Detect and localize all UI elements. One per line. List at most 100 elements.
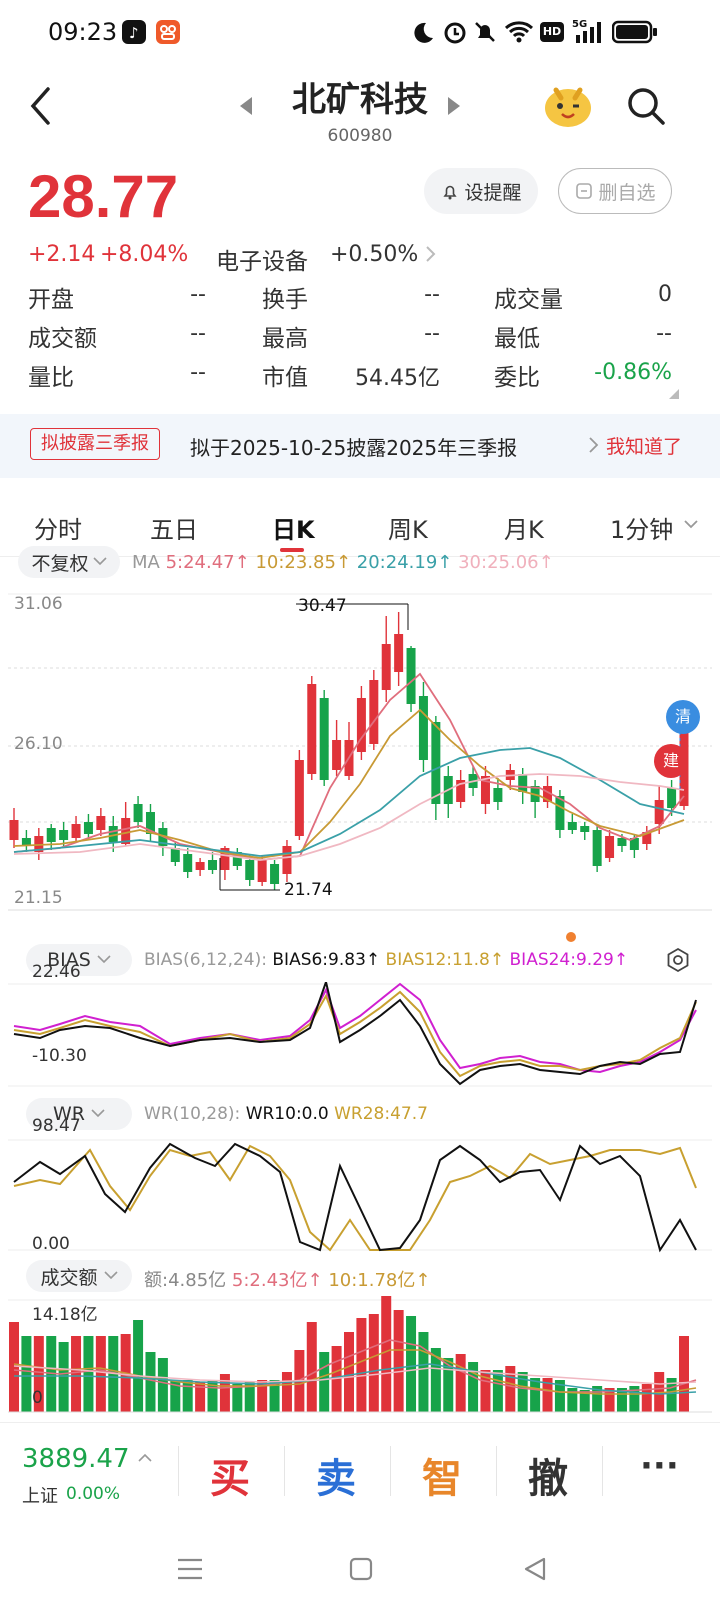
minus-box-icon [576, 183, 593, 199]
search-icon[interactable] [626, 86, 666, 126]
candle-body [282, 846, 292, 874]
wr-chart[interactable] [0, 1136, 720, 1256]
chevron-down-icon[interactable] [684, 520, 698, 530]
high-price-label: 30.47 [298, 596, 347, 616]
tab-one-minute[interactable]: 1分钟 [610, 510, 673, 545]
wr-params: WR(10,28): [144, 1104, 241, 1124]
separator [602, 1446, 603, 1496]
quote-value-market-cap: 54.45亿 [355, 366, 440, 391]
amount-y-top: 14.18亿 [32, 1305, 98, 1325]
next-stock-icon[interactable] [446, 96, 462, 116]
k-y-top: 31.06 [14, 594, 63, 614]
tab-weekly-k[interactable]: 周K [388, 510, 428, 545]
amount-bar [219, 1374, 230, 1412]
candlestick-chart[interactable] [0, 590, 720, 915]
amount-bar [145, 1352, 156, 1412]
quote-value-turnover: -- [424, 282, 440, 307]
amount-bar [406, 1316, 417, 1412]
index-value[interactable]: 3889.47 [22, 1444, 130, 1474]
acknowledge-button[interactable]: 我知道了 [606, 432, 682, 459]
tab-five-day[interactable]: 五日 [150, 510, 198, 545]
amount-bar [641, 1384, 652, 1412]
candle-body [195, 862, 205, 870]
svg-text:5G: 5G [572, 19, 587, 30]
smart-button[interactable]: 智 [422, 1446, 462, 1504]
amount-bar [21, 1336, 32, 1412]
stock-code: 600980 [327, 126, 393, 146]
cancel-order-button[interactable]: 撤 [528, 1446, 568, 1504]
mascot-icon[interactable] [542, 80, 594, 130]
event-dot[interactable] [566, 932, 576, 942]
remove-watchlist-button[interactable]: 删自选 [558, 168, 672, 214]
quote-value-low: -- [656, 321, 672, 346]
sector-pct[interactable]: +0.50% [330, 242, 418, 267]
adjust-dropdown[interactable]: 不复权 [18, 546, 120, 578]
tab-daily-k[interactable]: 日K [272, 510, 315, 545]
amount-bar [319, 1352, 330, 1412]
more-button[interactable]: ··· [640, 1446, 679, 1486]
bias12-value: BIAS12:11.8 [385, 950, 490, 970]
sector-name[interactable]: 电子设备 [216, 242, 308, 276]
status-bar: 09:23 ♪ HD 5G [0, 0, 720, 64]
bias-y-bot: -10.30 [32, 1046, 87, 1066]
build-position-marker[interactable]: 建 [654, 744, 688, 778]
amount-dropdown[interactable]: 成交额 [26, 1260, 132, 1292]
menu-nav-icon[interactable] [176, 1556, 204, 1582]
amount-bar [182, 1380, 193, 1412]
amount-bar [83, 1336, 94, 1412]
bias6-line [13, 982, 697, 1086]
candle-body [307, 684, 317, 774]
separator [496, 1446, 497, 1496]
amount-bar [418, 1332, 429, 1412]
amount-bar [281, 1372, 292, 1412]
home-nav-icon[interactable] [348, 1556, 374, 1582]
amount-chart[interactable] [0, 1296, 720, 1416]
quote-label-volume-ratio: 量比 [28, 365, 74, 391]
bias-chart[interactable] [0, 982, 720, 1092]
clear-position-marker[interactable]: 清 [666, 700, 700, 734]
quote-label-high: 最高 [262, 326, 308, 352]
ma30-line [13, 773, 685, 861]
chevron-down-icon [92, 557, 107, 566]
amount-bar [306, 1322, 317, 1412]
tab-monthly-k[interactable]: 月K [504, 510, 544, 545]
cellular-signal-icon: 5G [572, 19, 601, 43]
amount-bar [368, 1314, 379, 1412]
sell-button[interactable]: 卖 [316, 1446, 356, 1504]
current-price: 28.77 [28, 163, 179, 230]
buy-button[interactable]: 买 [210, 1446, 250, 1504]
back-nav-icon[interactable] [522, 1556, 548, 1582]
amount-bar [381, 1296, 392, 1412]
amount-bar [133, 1320, 144, 1412]
candle-body [667, 788, 677, 808]
disclosure-tag: 拟披露三季报 [30, 428, 160, 460]
chevron-down-icon [103, 1271, 118, 1280]
quote-value-volume-ratio: -- [190, 360, 206, 385]
chevron-right-icon[interactable] [424, 244, 438, 264]
candle-body [46, 828, 56, 842]
settings-hexagon-icon[interactable] [664, 946, 692, 974]
candle-body [406, 648, 416, 704]
set-alert-label: 设提醒 [464, 181, 522, 204]
amount-bar [344, 1332, 354, 1412]
chevron-up-icon[interactable] [138, 1452, 152, 1462]
remove-watchlist-label: 删自选 [598, 181, 656, 204]
adjust-label: 不复权 [31, 552, 89, 575]
set-alert-button[interactable]: 设提醒 [424, 168, 538, 214]
expand-corner-icon[interactable] [668, 388, 680, 400]
quote-label-market-cap: 市值 [262, 365, 308, 391]
ma20-value: 20:24.19 [356, 552, 438, 573]
ma-prefix: MA [132, 552, 160, 573]
wr-y-bot: 0.00 [32, 1234, 70, 1254]
tab-intraday[interactable]: 分时 [34, 510, 82, 545]
amount-bar [393, 1310, 404, 1412]
index-pct: 0.00% [66, 1484, 121, 1504]
candle-body [592, 830, 602, 866]
candle-body [319, 698, 329, 780]
bottom-divider [0, 1422, 720, 1423]
chevron-down-icon [91, 1109, 105, 1118]
quote-label-order-ratio: 委比 [494, 365, 540, 391]
candle-body [654, 800, 664, 824]
candle-body [605, 836, 615, 858]
quote-grid: 开盘 -- 换手 -- 成交量 0 成交额 -- 最高 -- 最低 -- 量比 … [0, 276, 720, 396]
